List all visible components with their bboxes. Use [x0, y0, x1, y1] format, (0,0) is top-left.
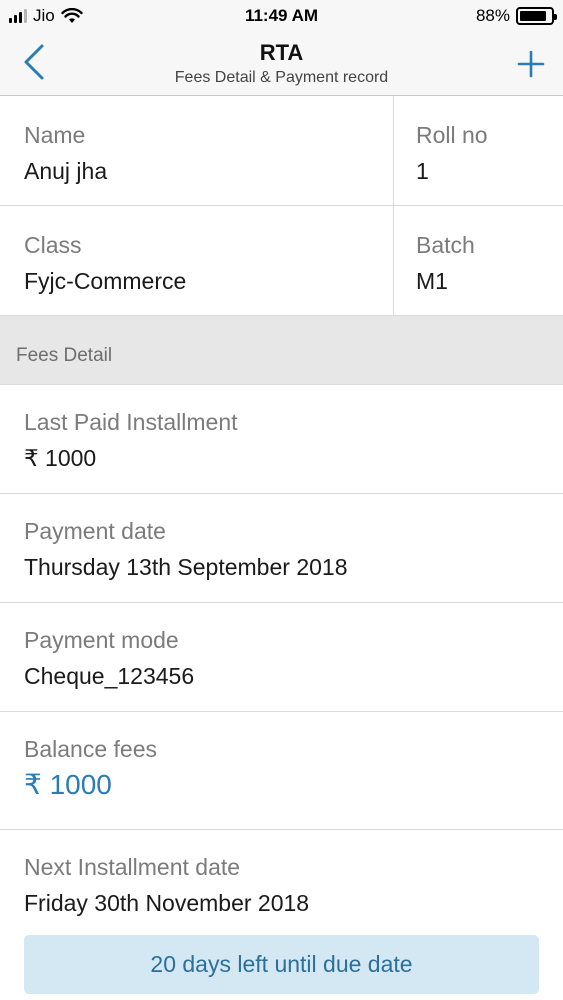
- fees-section-header: Fees Detail: [0, 316, 563, 385]
- battery-level-fill: [520, 11, 547, 21]
- batch-label: Batch: [416, 232, 475, 258]
- roll-cell: Roll no 1: [394, 96, 563, 205]
- payment-date-label: Payment date: [24, 518, 166, 544]
- list-item-balance-fees: Balance fees ₹ 1000: [0, 712, 563, 830]
- status-bar: Jio 11:49 AM 88%: [0, 0, 563, 34]
- batch-cell: Batch M1: [394, 206, 563, 315]
- class-label: Class: [24, 232, 82, 258]
- status-right: 88%: [475, 6, 557, 26]
- payment-mode-label: Payment mode: [24, 627, 179, 653]
- navigation-bar: RTA Fees Detail & Payment record: [0, 34, 563, 96]
- add-icon[interactable]: [513, 46, 549, 82]
- battery-percent: 88%: [475, 6, 510, 25]
- page-subtitle: Fees Detail & Payment record: [174, 69, 389, 86]
- list-item-payment-date: Payment date Thursday 13th September 201…: [0, 494, 563, 603]
- list-item-payment-mode: Payment mode Cheque_123456: [0, 603, 563, 712]
- name-value: Anuj jha: [24, 158, 108, 184]
- last-paid-label: Last Paid Installment: [24, 409, 238, 435]
- page-title: RTA: [259, 40, 304, 65]
- roll-value: 1: [416, 158, 429, 184]
- battery-icon: [516, 7, 557, 25]
- fees-section-title: Fees Detail: [16, 345, 113, 366]
- due-date-banner: 20 days left until due date: [24, 935, 539, 994]
- class-cell: Class Fyjc-Commerce: [0, 206, 394, 315]
- info-row-name: Name Anuj jha Roll no 1: [0, 96, 563, 206]
- name-label: Name: [24, 122, 86, 148]
- batch-value: M1: [416, 268, 448, 294]
- fees-list: Last Paid Installment ₹ 1000 Payment dat…: [0, 385, 563, 1000]
- balance-fees-label: Balance fees: [24, 736, 157, 762]
- next-installment-value: Friday 30th November 2018: [24, 890, 310, 916]
- list-item-last-paid: Last Paid Installment ₹ 1000: [0, 385, 563, 494]
- roll-label: Roll no: [416, 122, 488, 148]
- class-value: Fyjc-Commerce: [24, 268, 187, 294]
- name-cell: Name Anuj jha: [0, 96, 394, 205]
- last-paid-value: ₹ 1000: [24, 445, 97, 471]
- next-installment-label: Next Installment date: [24, 854, 241, 880]
- balance-fees-value: ₹ 1000: [24, 769, 112, 800]
- info-row-class: Class Fyjc-Commerce Batch M1: [0, 206, 563, 316]
- payment-mode-value: Cheque_123456: [24, 663, 195, 689]
- payment-date-value: Thursday 13th September 2018: [24, 554, 348, 580]
- student-info-grid: Name Anuj jha Roll no 1 Class Fyjc-Comme…: [0, 96, 563, 316]
